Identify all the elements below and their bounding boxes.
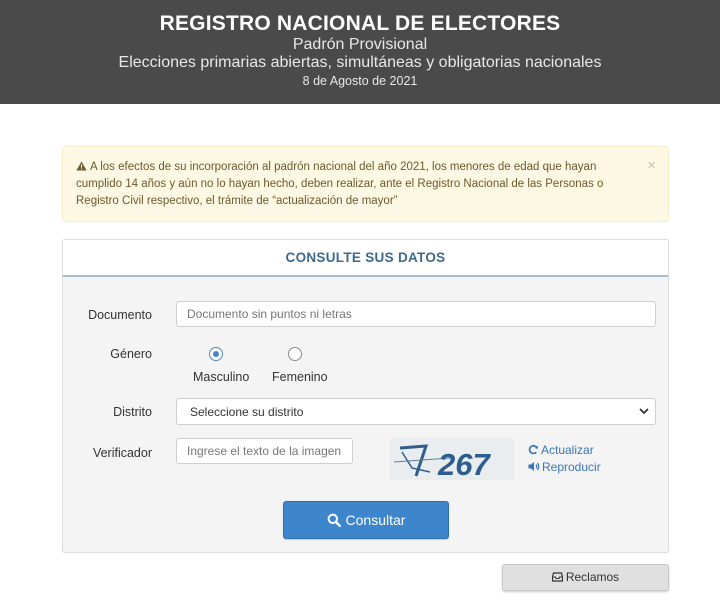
election-date: 8 de Agosto de 2021 (302, 74, 418, 88)
reclamos-button[interactable]: Reclamos (502, 564, 669, 591)
registry-subtitle: Padrón Provisional (292, 36, 428, 53)
close-icon[interactable]: × (647, 158, 656, 173)
distrito-select[interactable]: Seleccione su distrito (176, 398, 656, 425)
alert-text: A los efectos de su incorporación al pad… (76, 161, 604, 207)
page-header: REGISTRO NACIONAL DE ELECTORES Padrón Pr… (0, 0, 720, 104)
captcha-graphic: 267 (390, 438, 514, 480)
info-alert: A los efectos de su incorporación al pad… (62, 146, 669, 222)
search-icon (327, 513, 341, 527)
distrito-selected: Seleccione su distrito (190, 405, 304, 419)
masculino-label: Masculino (193, 370, 250, 384)
distrito-label: Distrito (113, 405, 152, 419)
verificador-label: Verificador (92, 446, 152, 460)
panel-header: CONSULTE SUS DATOS (63, 240, 668, 277)
warning-icon (76, 161, 87, 171)
captcha-refresh-link[interactable]: Actualizar (528, 443, 594, 457)
election-name: Elecciones primarias abiertas, simultáne… (118, 54, 602, 71)
play-label: Reproducir (542, 460, 601, 474)
volume-icon (528, 462, 540, 471)
panel-title: CONSULTE SUS DATOS (285, 250, 446, 265)
registry-title: REGISTRO NACIONAL DE ELECTORES (159, 12, 561, 35)
chevron-down-icon (639, 408, 649, 415)
femenino-label: Femenino (272, 370, 328, 384)
captcha-audio-link[interactable]: Reproducir (528, 460, 601, 474)
radio-femenino[interactable] (288, 347, 302, 361)
consultar-button[interactable]: Consultar (283, 501, 449, 539)
captcha-text: 267 (437, 447, 491, 480)
inbox-icon (551, 572, 563, 582)
consultar-label: Consultar (345, 512, 406, 528)
documento-input[interactable]: Documento sin puntos ni letras (176, 301, 656, 327)
genero-label: Género (110, 347, 152, 361)
documento-label: Documento (88, 308, 152, 322)
captcha-image: 267 (390, 438, 514, 480)
radio-masculino[interactable] (209, 347, 223, 361)
refresh-label: Actualizar (541, 443, 594, 457)
verificador-input[interactable]: Ingrese el texto de la imagen (176, 438, 353, 464)
reclamos-label: Reclamos (565, 570, 620, 584)
refresh-icon (528, 444, 538, 455)
